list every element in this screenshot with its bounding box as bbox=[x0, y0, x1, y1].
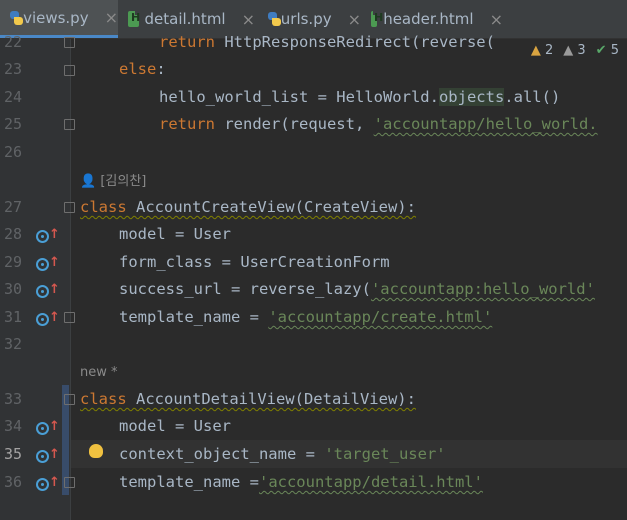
override-icon[interactable]: ↑ bbox=[36, 283, 60, 298]
override-icon[interactable]: ↑ bbox=[36, 311, 60, 326]
keyword: else bbox=[119, 60, 157, 78]
tab-label: detail.html bbox=[144, 10, 226, 28]
code-text: template_name = bbox=[119, 473, 259, 491]
code-line-35[interactable]: 35 ↑ context_object_name = 'target_user' bbox=[0, 441, 627, 469]
string-literal: 'accountapp/create.html' bbox=[268, 308, 493, 326]
override-icon[interactable]: ↑ bbox=[36, 228, 60, 243]
line-number: 30 bbox=[3, 280, 22, 298]
string-literal: 'accountapp:hello_world' bbox=[370, 280, 595, 298]
python-file-icon bbox=[266, 11, 281, 27]
fold-marker-icon[interactable] bbox=[64, 477, 75, 488]
line-number: 26 bbox=[3, 143, 22, 161]
line-number: 31 bbox=[3, 308, 22, 326]
fold-marker-icon[interactable] bbox=[64, 312, 75, 323]
python-file-icon bbox=[8, 10, 24, 26]
code-text: .all() bbox=[504, 88, 561, 106]
close-icon[interactable]: × bbox=[242, 10, 255, 29]
fold-marker-icon[interactable] bbox=[64, 37, 75, 48]
user-icon: 👤 bbox=[80, 174, 97, 189]
code-line-34[interactable]: 34 ↑ model = User bbox=[0, 413, 627, 441]
line-number: 34 bbox=[3, 417, 22, 435]
code-text: : bbox=[156, 60, 166, 78]
line-number: 22 bbox=[3, 33, 22, 51]
code-text: context_object_name = bbox=[119, 445, 325, 463]
line-number: 32 bbox=[3, 335, 22, 353]
fold-marker-icon[interactable] bbox=[64, 202, 75, 213]
override-icon[interactable]: ↑ bbox=[36, 476, 60, 491]
tab-label: header.html bbox=[383, 10, 474, 28]
override-icon[interactable]: ↑ bbox=[36, 256, 60, 271]
code-text: form_class = UserCreationForm bbox=[119, 253, 390, 271]
fold-marker-icon[interactable] bbox=[64, 119, 75, 130]
html-file-icon bbox=[371, 10, 384, 27]
code-text: success_url = reverse_lazy( bbox=[119, 280, 371, 298]
string-literal: 'accountapp/hello_world. bbox=[373, 115, 598, 133]
code-text: HttpResponseRedirect(reverse( bbox=[224, 33, 495, 51]
keyword: class bbox=[80, 390, 136, 408]
close-icon[interactable]: × bbox=[105, 8, 118, 27]
lightbulb-icon[interactable] bbox=[89, 444, 103, 458]
line-number: 28 bbox=[3, 225, 22, 243]
change-annotation[interactable]: new * bbox=[80, 365, 118, 380]
author-annotation[interactable]: 👤 [김의찬] bbox=[80, 170, 146, 189]
keyword: return bbox=[159, 115, 225, 133]
line-number: 33 bbox=[3, 390, 22, 408]
override-icon[interactable]: ↑ bbox=[36, 448, 60, 463]
html-file-icon bbox=[128, 10, 140, 27]
code-line-33[interactable]: 33 class AccountDetailView(DetailView): bbox=[0, 386, 627, 414]
keyword: return bbox=[159, 33, 225, 51]
code-line-36[interactable]: 36 ↑ template_name ='accountapp/detail.h… bbox=[0, 469, 627, 497]
code-line-28[interactable]: 28 ↑ model = User bbox=[0, 221, 627, 249]
code-line-26[interactable]: 26 bbox=[0, 139, 627, 167]
code-line-31[interactable]: 31 ↑ template_name = 'accountapp/create.… bbox=[0, 304, 627, 332]
line-number: 35 bbox=[3, 445, 22, 463]
class-declaration: AccountDetailView(DetailView): bbox=[136, 390, 416, 408]
line-number: 24 bbox=[3, 88, 22, 106]
code-line-30[interactable]: 30 ↑ success_url = reverse_lazy('account… bbox=[0, 276, 627, 304]
code-line-24[interactable]: 24 hello_world_list = HelloWorld.objects… bbox=[0, 84, 627, 112]
line-number: 23 bbox=[3, 60, 22, 78]
code-text: model = User bbox=[119, 225, 231, 243]
tab-label: views.py bbox=[23, 8, 89, 27]
override-icon[interactable]: ↑ bbox=[36, 420, 60, 435]
code-line-23[interactable]: 23 else: bbox=[0, 56, 627, 84]
author-name: [김의찬] bbox=[100, 174, 147, 189]
string-literal: 'target_user' bbox=[324, 445, 446, 463]
line-number: 25 bbox=[3, 115, 22, 133]
string-literal: 'accountapp/detail.html' bbox=[258, 473, 483, 491]
line-number: 36 bbox=[3, 473, 22, 491]
code-line-25[interactable]: 25 return render(request, 'accountapp/he… bbox=[0, 111, 627, 139]
code-line-32[interactable]: 32 bbox=[0, 331, 627, 359]
code-line-27[interactable]: 27 class AccountCreateView(CreateView): bbox=[0, 194, 627, 222]
class-declaration: AccountCreateView(CreateView): bbox=[136, 198, 416, 216]
close-icon[interactable]: × bbox=[490, 10, 503, 29]
close-icon[interactable]: × bbox=[348, 10, 361, 29]
keyword: class bbox=[80, 198, 136, 216]
code-text: render(request, bbox=[224, 115, 374, 133]
code-text: template_name = bbox=[119, 308, 269, 326]
fold-marker-icon[interactable] bbox=[64, 65, 75, 76]
line-number: 29 bbox=[3, 253, 22, 271]
code-text: model = User bbox=[119, 417, 231, 435]
highlighted-identifier: objects bbox=[438, 88, 505, 106]
line-number: 27 bbox=[3, 198, 22, 216]
code-line-29[interactable]: 29 ↑ form_class = UserCreationForm bbox=[0, 249, 627, 277]
code-text: hello_world_list = HelloWorld. bbox=[159, 88, 439, 106]
fold-marker-icon[interactable] bbox=[64, 394, 75, 405]
tab-label: urls.py bbox=[280, 10, 332, 28]
